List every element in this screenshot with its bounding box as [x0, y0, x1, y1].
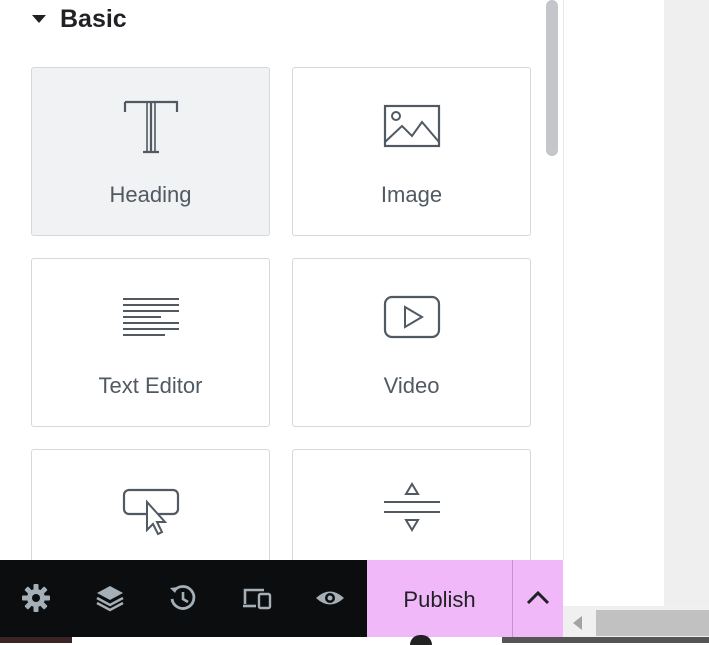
- widget-button[interactable]: [31, 449, 270, 560]
- responsive-mode-button[interactable]: [237, 580, 277, 620]
- preview-button[interactable]: [310, 580, 350, 620]
- layers-icon: [95, 583, 125, 618]
- widget-label: Video: [383, 373, 440, 398]
- bottom-edge-segment: [0, 637, 72, 643]
- scroll-left-arrow-icon[interactable]: [573, 616, 582, 630]
- widget-divider[interactable]: [292, 449, 531, 560]
- image-icon: [293, 96, 530, 156]
- text-editor-icon: [32, 289, 269, 349]
- widget-video[interactable]: Video: [292, 258, 531, 427]
- bottom-edge-segment: [502, 637, 709, 643]
- widget-label: Text Editor: [98, 373, 203, 398]
- responsive-devices-icon: [242, 583, 272, 618]
- widget-image[interactable]: Image: [292, 67, 531, 236]
- section-title: Basic: [60, 4, 127, 33]
- widget-label: Heading: [109, 182, 192, 207]
- panel-footer-toolbar: [0, 560, 367, 640]
- panel-scrollbar-thumb[interactable]: [546, 0, 558, 156]
- publish-button[interactable]: Publish: [367, 560, 512, 640]
- section-header-basic[interactable]: Basic: [32, 5, 127, 33]
- widget-heading[interactable]: Heading: [31, 67, 270, 236]
- preview-margin: [664, 0, 709, 606]
- publish-label: Publish: [403, 587, 476, 612]
- history-button[interactable]: [163, 580, 203, 620]
- video-icon: [293, 289, 530, 349]
- settings-button[interactable]: [16, 580, 56, 620]
- history-icon: [168, 583, 198, 618]
- gear-icon: [21, 583, 51, 618]
- preview-canvas: [564, 0, 664, 606]
- chevron-up-icon: [525, 585, 551, 616]
- heading-icon: [32, 96, 269, 156]
- caret-down-icon: [32, 15, 46, 23]
- widgets-panel: Basic Heading Image Text Editor Video: [0, 0, 564, 560]
- navigator-button[interactable]: [90, 580, 130, 620]
- horizontal-scrollbar-thumb[interactable]: [596, 610, 709, 636]
- divider-icon: [293, 480, 530, 540]
- publish-options-button[interactable]: [512, 560, 563, 640]
- button-icon: [32, 480, 269, 540]
- widget-text-editor[interactable]: Text Editor: [31, 258, 270, 427]
- eye-icon: [315, 583, 345, 618]
- widget-label: Image: [380, 182, 443, 207]
